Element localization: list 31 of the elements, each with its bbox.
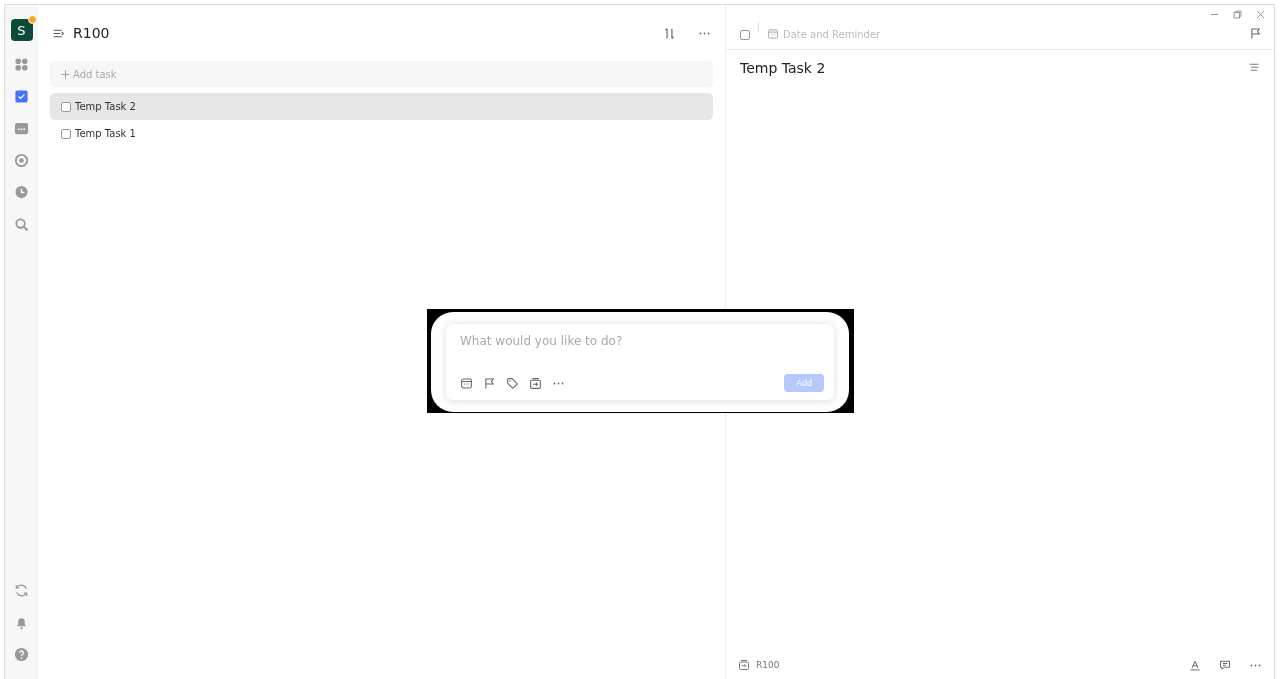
flag-icon[interactable] xyxy=(1249,27,1262,40)
calendar-icon xyxy=(14,120,29,136)
task-checkbox[interactable] xyxy=(61,128,71,139)
tag-icon[interactable] xyxy=(506,376,519,390)
add-task-placeholder: Add task xyxy=(73,68,117,80)
task-title: Temp Task 2 xyxy=(75,101,136,112)
calendar-icon[interactable] xyxy=(460,376,473,390)
grid-icon xyxy=(14,56,29,72)
list-title: R100 xyxy=(73,25,111,41)
list-icon[interactable] xyxy=(1248,62,1260,74)
flag-icon[interactable] xyxy=(483,376,496,390)
checkbox-icon xyxy=(14,88,29,104)
task-checkbox[interactable] xyxy=(740,30,750,40)
clock-icon xyxy=(14,184,29,200)
box-arrow-icon xyxy=(738,659,750,671)
target-icon xyxy=(14,152,29,168)
search-icon xyxy=(14,216,29,232)
help-icon xyxy=(14,646,29,662)
sort-icon[interactable] xyxy=(663,26,676,40)
task-row[interactable]: Temp Task 2 xyxy=(50,93,713,120)
close-icon[interactable] xyxy=(1255,9,1266,20)
task-title: Temp Task 1 xyxy=(75,128,136,139)
task-checkbox[interactable] xyxy=(61,101,71,112)
task-title: Temp Task 2 xyxy=(740,60,827,76)
list-name-link[interactable]: R100 xyxy=(756,660,1183,670)
calendar-icon xyxy=(767,28,779,40)
comment-icon[interactable] xyxy=(1219,659,1231,671)
sync-icon xyxy=(14,582,29,598)
restore-icon[interactable] xyxy=(1232,9,1243,20)
text-format-icon[interactable] xyxy=(1189,659,1201,671)
plus-icon xyxy=(60,68,71,80)
